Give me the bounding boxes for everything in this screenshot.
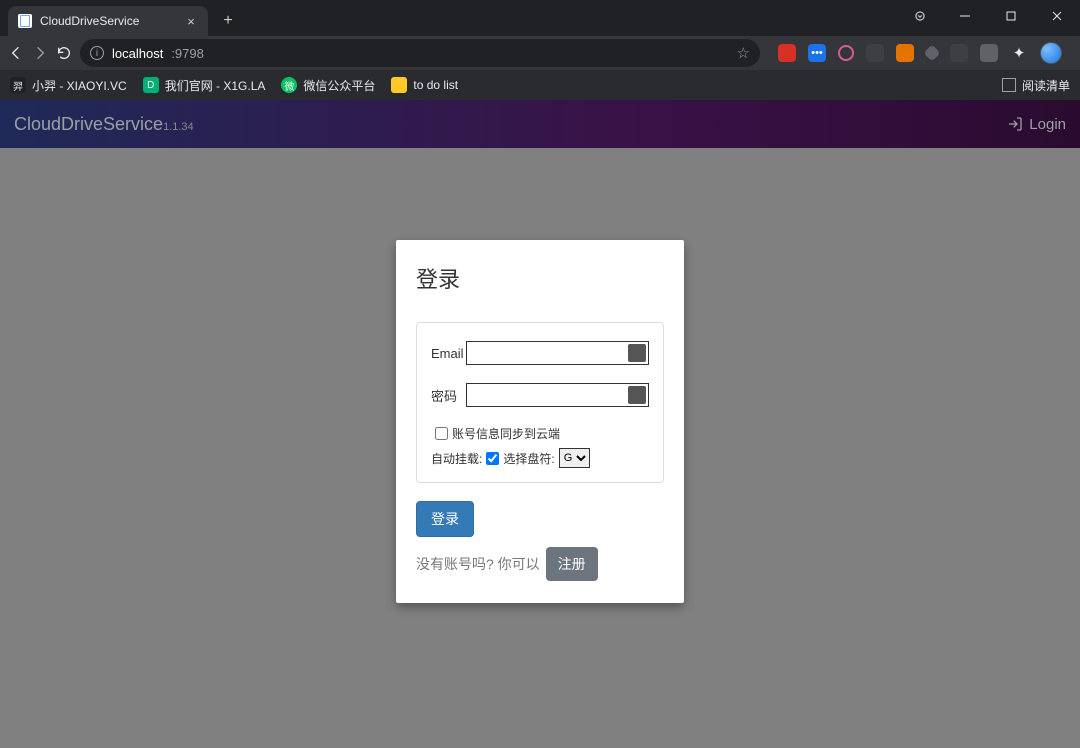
header-login-label: Login — [1029, 116, 1066, 133]
tab-favicon — [18, 14, 32, 28]
sync-label: 账号信息同步到云端 — [452, 425, 560, 442]
app-header: CloudDriveService1.1.34 Login — [0, 100, 1080, 148]
tab-close-button[interactable]: × — [184, 14, 198, 28]
bookmark-item-1[interactable]: 羿 小羿 - XIAOYI.VC — [10, 77, 127, 94]
brand-version: 1.1.34 — [163, 121, 194, 133]
auto-mount-checkbox[interactable] — [486, 452, 499, 465]
browser-toolbar: i localhost :9798 ☆ ••• ✦ — [0, 36, 1080, 70]
password-label: 密码 — [431, 386, 466, 405]
extension-icon-7[interactable] — [950, 44, 968, 62]
extensions-menu-icon[interactable]: ✦ — [1010, 44, 1028, 62]
browser-tab-active[interactable]: CloudDriveService × — [8, 6, 208, 36]
bookmark-item-2[interactable]: D 我们官网 - X1G.LA — [143, 77, 266, 94]
login-form: Email 密码 账号信息同步到云端 自动挂载: — [416, 322, 664, 483]
drive-select-label: 选择盘符: — [503, 450, 554, 467]
url-host: localhost — [112, 46, 163, 61]
window-close-button[interactable] — [1034, 0, 1080, 32]
extension-icon-5[interactable] — [896, 44, 914, 62]
reading-list-button[interactable]: 阅读清单 — [1002, 77, 1070, 94]
nav-reload-button[interactable] — [56, 40, 72, 66]
bookmark-icon: D — [143, 77, 159, 93]
app-brand: CloudDriveService1.1.34 — [14, 114, 194, 135]
nav-back-button[interactable] — [8, 40, 24, 66]
address-bar[interactable]: i localhost :9798 ☆ — [80, 39, 760, 67]
tab-search-icon[interactable] — [910, 6, 930, 26]
bookmark-star-icon[interactable]: ☆ — [737, 44, 750, 62]
brand-name: CloudDriveService — [14, 114, 163, 134]
extension-icon-6[interactable] — [924, 45, 941, 62]
bookmark-icon: 微 — [281, 77, 297, 93]
email-row: Email — [431, 341, 649, 365]
browser-menu-button[interactable] — [1074, 46, 1080, 61]
drive-select[interactable]: G — [559, 448, 590, 468]
window-controls — [910, 0, 1080, 32]
password-input[interactable] — [466, 383, 649, 407]
nav-forward-button[interactable] — [32, 40, 48, 66]
bookmark-label: 小羿 - XIAOYI.VC — [32, 77, 127, 94]
login-submit-button[interactable]: 登录 — [416, 501, 474, 537]
reading-list-label: 阅读清单 — [1022, 77, 1070, 94]
bookmark-item-3[interactable]: 微 微信公众平台 — [281, 77, 375, 94]
email-input[interactable] — [466, 341, 649, 365]
extension-icon-3[interactable] — [838, 45, 854, 61]
password-manager-icon[interactable] — [628, 386, 646, 404]
bookmark-icon: 羿 — [10, 77, 26, 93]
register-line: 没有账号吗? 你可以 注册 — [416, 547, 664, 581]
bookmark-label: to do list — [413, 78, 458, 92]
sync-checkbox[interactable] — [435, 427, 448, 440]
reading-list-icon — [1002, 78, 1016, 92]
bookmarks-bar: 羿 小羿 - XIAOYI.VC D 我们官网 - X1G.LA 微 微信公众平… — [0, 70, 1080, 100]
register-button[interactable]: 注册 — [546, 547, 598, 581]
url-port: :9798 — [171, 46, 204, 61]
email-label: Email — [431, 346, 466, 361]
window-minimize-button[interactable] — [942, 0, 988, 32]
auto-mount-label: 自动挂载: — [431, 450, 482, 467]
extension-icon-4[interactable] — [866, 44, 884, 62]
bookmark-label: 我们官网 - X1G.LA — [165, 77, 266, 94]
profile-avatar[interactable] — [1040, 42, 1062, 64]
bookmark-label: 微信公众平台 — [303, 77, 375, 94]
new-tab-button[interactable]: + — [214, 7, 242, 35]
page-content: 登录 Email 密码 账号信息同步到云端 — [0, 148, 1080, 748]
login-title: 登录 — [416, 262, 664, 294]
extension-icon-1[interactable] — [778, 44, 796, 62]
options-block: 账号信息同步到云端 自动挂载: 选择盘符: G — [431, 425, 649, 468]
window-titlebar: CloudDriveService × + — [0, 0, 1080, 36]
header-login-link[interactable]: Login — [1007, 116, 1066, 133]
folder-icon — [391, 77, 407, 93]
bookmark-item-4[interactable]: to do list — [391, 77, 458, 93]
password-row: 密码 — [431, 383, 649, 407]
extension-icon-2[interactable]: ••• — [808, 44, 826, 62]
tab-title: CloudDriveService — [40, 14, 139, 28]
extension-icon-8[interactable] — [980, 44, 998, 62]
register-prefix: 没有账号吗? 你可以 — [416, 554, 540, 574]
extensions-area: ••• ✦ — [778, 42, 1080, 64]
password-manager-icon[interactable] — [628, 344, 646, 362]
window-maximize-button[interactable] — [988, 0, 1034, 32]
site-info-icon[interactable]: i — [90, 46, 104, 60]
login-icon — [1007, 116, 1023, 132]
tabs-region: CloudDriveService × + — [0, 0, 242, 36]
login-card: 登录 Email 密码 账号信息同步到云端 — [396, 240, 684, 603]
